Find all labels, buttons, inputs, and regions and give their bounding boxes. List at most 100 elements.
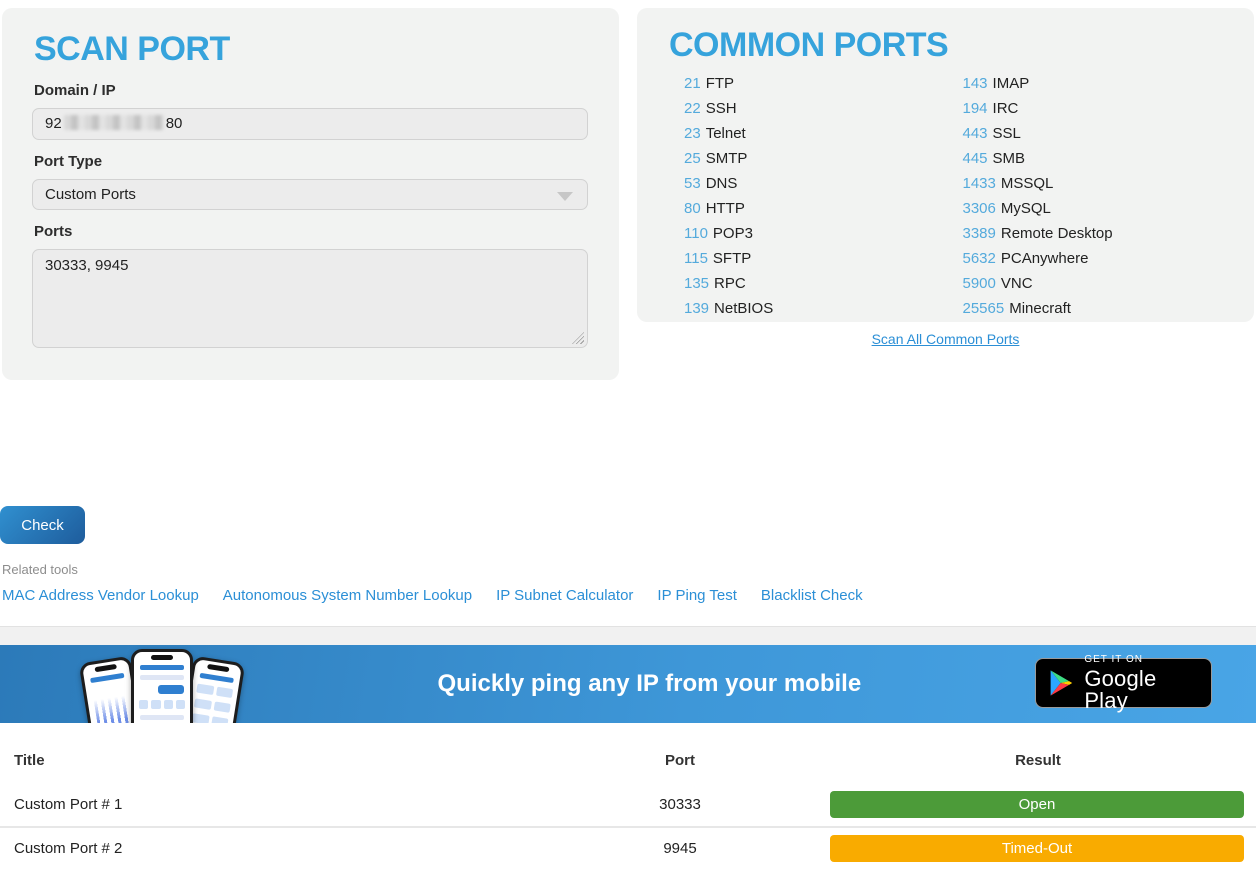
- banner-headline: Quickly ping any IP from your mobile: [438, 670, 862, 698]
- port-link[interactable]: 143: [963, 75, 988, 92]
- result-row-title: Custom Port # 2: [0, 840, 540, 857]
- port-link[interactable]: 110: [684, 225, 708, 242]
- google-play-badge[interactable]: GET IT ON Google Play: [1035, 658, 1212, 708]
- common-ports-panel: COMMON PORTS 21 FTP 22 SSH 23 Telnet 25 SMTP…: [637, 8, 1254, 322]
- port-name: IRC: [993, 100, 1019, 117]
- related-tools-nav: MAC Address Vendor Lookup Autonomous Sys…: [2, 587, 863, 604]
- domain-ip-label: Domain / IP: [34, 82, 589, 99]
- domain-ip-prefix: 92: [45, 115, 62, 132]
- common-port-item: 3389 Remote Desktop: [963, 225, 1225, 250]
- port-link[interactable]: 5632: [963, 250, 996, 267]
- port-type-selected-value: Custom Ports: [45, 186, 136, 203]
- common-port-item: 22 SSH: [684, 100, 946, 125]
- port-name: NetBIOS: [714, 300, 773, 317]
- port-link[interactable]: 445: [963, 150, 988, 167]
- port-name: HTTP: [706, 200, 745, 217]
- port-name: Telnet: [706, 125, 746, 142]
- port-name: MSSQL: [1001, 175, 1054, 192]
- port-name: RPC: [714, 275, 746, 292]
- common-ports-left-column: 21 FTP 22 SSH 23 Telnet 25 SMTP 53DNS 80 HTTP…: [667, 75, 946, 325]
- status-badge: Timed-Out: [830, 835, 1244, 862]
- scan-all-common-ports-link[interactable]: Scan All Common Ports: [637, 331, 1254, 347]
- port-name: Remote Desktop: [1001, 225, 1113, 242]
- port-name: SMB: [993, 150, 1026, 167]
- status-badge: Open: [830, 791, 1244, 818]
- common-ports-right-column: 143IMAP 194 IRC 443 SSL 445 SMB 1433 MSSQL 3…: [946, 75, 1225, 325]
- port-type-select[interactable]: Custom Ports: [32, 179, 588, 210]
- port-link[interactable]: 22: [684, 100, 701, 117]
- domain-ip-suffix: 80: [166, 115, 183, 132]
- bar-chart-graphic: [93, 694, 131, 723]
- port-link[interactable]: 21: [684, 75, 701, 92]
- related-tools-label: Related tools: [2, 562, 78, 577]
- result-row-port: 9945: [540, 840, 820, 857]
- related-tool-link-mac-address-vendor-lookup[interactable]: MAC Address Vendor Lookup: [2, 587, 199, 604]
- common-port-item: 3306 MySQL: [963, 200, 1225, 225]
- port-link[interactable]: 5900: [963, 275, 996, 292]
- port-link[interactable]: 3389: [963, 225, 996, 242]
- port-type-label: Port Type: [34, 153, 589, 170]
- google-play-icon: [1048, 668, 1074, 698]
- port-name: SMTP: [706, 150, 748, 167]
- table-row: Custom Port # 1 30333 Open: [0, 783, 1256, 826]
- results-header-port: Port: [540, 752, 820, 769]
- scan-results-table: Title Port Result Custom Port # 1 30333 …: [0, 737, 1256, 869]
- port-link[interactable]: 3306: [963, 200, 996, 217]
- port-name: FTP: [706, 75, 734, 92]
- port-link[interactable]: 194: [963, 100, 988, 117]
- port-link[interactable]: 1433: [963, 175, 996, 192]
- common-port-item: 53DNS: [684, 175, 946, 200]
- port-link[interactable]: 135: [684, 275, 709, 292]
- common-port-item: 25565Minecraft: [963, 300, 1225, 325]
- mobile-app-banner: Quickly ping any IP from your mobile GET…: [0, 645, 1256, 723]
- result-row-title: Custom Port # 1: [0, 796, 540, 813]
- related-tool-link-asn-lookup[interactable]: Autonomous System Number Lookup: [223, 587, 472, 604]
- related-tool-link-blacklist-check[interactable]: Blacklist Check: [761, 587, 863, 604]
- port-link[interactable]: 23: [684, 125, 701, 142]
- ports-label: Ports: [34, 223, 589, 240]
- common-port-item: 443 SSL: [963, 125, 1225, 150]
- table-row: Custom Port # 2 9945 Timed-Out: [0, 826, 1256, 869]
- related-tool-link-ip-subnet-calculator[interactable]: IP Subnet Calculator: [496, 587, 633, 604]
- port-name: SSH: [706, 100, 737, 117]
- results-header-result: Result: [820, 752, 1256, 769]
- port-link[interactable]: 25: [684, 150, 701, 167]
- port-name: MySQL: [1001, 200, 1051, 217]
- phone-notch: [207, 664, 230, 672]
- port-name: SFTP: [713, 250, 751, 267]
- common-port-item: 1433 MSSQL: [963, 175, 1225, 200]
- port-name: VNC: [1001, 275, 1033, 292]
- port-name: Minecraft: [1009, 300, 1071, 317]
- port-name: SSL: [993, 125, 1021, 142]
- common-port-item: 80 HTTP: [684, 200, 946, 225]
- port-name: POP3: [713, 225, 753, 242]
- common-port-item: 23 Telnet: [684, 125, 946, 150]
- port-link[interactable]: 443: [963, 125, 988, 142]
- common-port-item: 143IMAP: [963, 75, 1225, 100]
- phone-mockup: [131, 649, 193, 723]
- result-row-port: 30333: [540, 796, 820, 813]
- port-link[interactable]: 53: [684, 175, 701, 192]
- common-port-item: 139 NetBIOS: [684, 300, 946, 325]
- port-name: PCAnywhere: [1001, 250, 1089, 267]
- common-port-item: 5632 PCAnywhere: [963, 250, 1225, 275]
- port-link[interactable]: 25565: [963, 300, 1005, 317]
- common-ports-title: COMMON PORTS: [669, 26, 1224, 65]
- related-tool-link-ip-ping-test[interactable]: IP Ping Test: [657, 587, 737, 604]
- ports-textarea[interactable]: 30333, 9945: [32, 249, 588, 348]
- check-button[interactable]: Check: [0, 506, 85, 544]
- phone-notch: [94, 664, 117, 672]
- redacted-ip-segment: [64, 115, 164, 130]
- results-header-title: Title: [0, 752, 540, 769]
- common-port-item: 135 RPC: [684, 275, 946, 300]
- phone-notch: [151, 655, 173, 660]
- resize-handle-icon[interactable]: [572, 332, 584, 344]
- chevron-down-icon: [557, 192, 573, 201]
- port-link[interactable]: 80: [684, 200, 701, 217]
- results-header-row: Title Port Result: [0, 737, 1256, 783]
- phone-mockups-image: [85, 648, 245, 723]
- port-link[interactable]: 139: [684, 300, 709, 317]
- ports-value: 30333, 9945: [45, 257, 128, 274]
- port-link[interactable]: 115: [684, 250, 708, 267]
- domain-ip-input[interactable]: 92 80: [32, 108, 588, 140]
